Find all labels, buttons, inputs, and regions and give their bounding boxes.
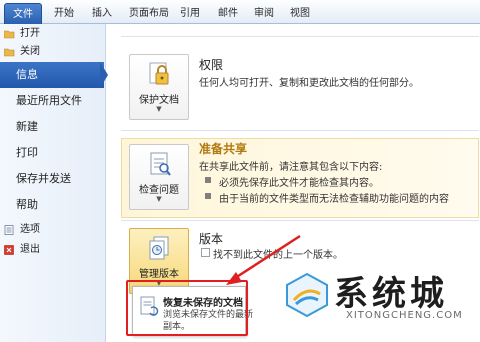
permissions-desc: 任何人均可打开、复制和更改此文档的任何部分。: [199, 78, 419, 89]
prepare-bullet-1: 必须先保存此文件才能检查其内容。: [219, 178, 379, 189]
tab-view[interactable]: 视图: [286, 5, 314, 23]
backstage-nav: 打开 关闭 信息 最近所用文件 新建 打印 保存并发送 帮助 选项 退出: [0, 24, 108, 342]
top-divider: [121, 36, 479, 37]
nav-help-label: 帮助: [16, 198, 38, 211]
watermark-logo-icon: [286, 272, 328, 318]
nav-exit-label: 退出: [20, 244, 40, 255]
middle-divider: [121, 130, 479, 131]
nav-close-label: 关闭: [20, 46, 40, 57]
prepare-desc: 在共享此文件前，请注意其包含以下内容:: [199, 162, 383, 173]
tab-file[interactable]: 文件: [4, 3, 42, 24]
lower-divider: [121, 220, 479, 221]
bullet-marker: [205, 177, 211, 183]
watermark-subtext: XITONGCHENG.COM: [346, 310, 463, 321]
nav-print[interactable]: 打印: [0, 140, 106, 166]
tab-home[interactable]: 开始: [50, 5, 78, 23]
exit-icon: [4, 245, 14, 255]
nav-info[interactable]: 信息: [0, 62, 108, 88]
tab-mailings[interactable]: 邮件: [214, 5, 242, 23]
versions-desc: 找不到此文件的上一个版本。: [213, 250, 343, 261]
nav-save-send-label: 保存并发送: [16, 172, 71, 185]
tab-page-layout[interactable]: 页面布局: [124, 5, 174, 23]
nav-info-label: 信息: [16, 68, 38, 81]
nav-recent[interactable]: 最近所用文件: [0, 88, 106, 114]
bullet-marker: [205, 193, 211, 199]
nav-save-send[interactable]: 保存并发送: [0, 166, 106, 192]
check-issues-button[interactable]: 检查问题 ▼: [129, 144, 189, 210]
tab-review[interactable]: 审阅: [250, 5, 278, 23]
prepare-bullet-2: 由于当前的文件类型而无法检查辅助功能问题的内容: [219, 194, 449, 205]
nav-recent-label: 最近所用文件: [16, 94, 82, 107]
nav-open[interactable]: 打开: [0, 24, 106, 44]
nav-close[interactable]: 关闭: [0, 42, 106, 62]
nav-help[interactable]: 帮助: [0, 192, 106, 218]
prepare-title: 准备共享: [199, 142, 248, 156]
folder-close-icon: [4, 48, 15, 57]
options-icon: [4, 225, 14, 235]
callout-highlight-box: [126, 280, 248, 336]
ribbon-tab-bar: 文件 开始 插入 页面布局 引用 邮件 审阅 视图: [0, 0, 480, 24]
watermark-text: 系统城: [334, 274, 448, 314]
info-icon: [201, 248, 210, 257]
watermark: 系统城 XITONGCHENG.COM: [270, 266, 480, 342]
nav-new-label: 新建: [16, 120, 38, 133]
check-issues-label: 检查问题: [139, 185, 179, 196]
nav-print-label: 打印: [16, 146, 38, 159]
folder-open-icon: [4, 30, 15, 39]
versions-icon: [149, 236, 169, 260]
permissions-title: 权限: [199, 58, 224, 72]
versions-title: 版本: [199, 232, 224, 246]
chevron-down-icon: ▼: [156, 195, 162, 203]
chevron-down-icon: ▼: [156, 105, 162, 113]
lock-icon: [149, 62, 169, 85]
document-check-icon: [150, 152, 171, 176]
tab-references[interactable]: 引用: [176, 5, 204, 23]
nav-exit[interactable]: 退出: [0, 240, 106, 260]
tab-insert[interactable]: 插入: [88, 5, 116, 23]
protect-document-label: 保护文档: [139, 95, 179, 106]
nav-options-label: 选项: [20, 224, 40, 235]
nav-new[interactable]: 新建: [0, 114, 106, 140]
nav-options[interactable]: 选项: [0, 220, 106, 240]
protect-document-button[interactable]: 保护文档 ▼: [129, 54, 189, 120]
manage-versions-label: 管理版本: [139, 269, 179, 280]
nav-open-label: 打开: [20, 28, 40, 39]
